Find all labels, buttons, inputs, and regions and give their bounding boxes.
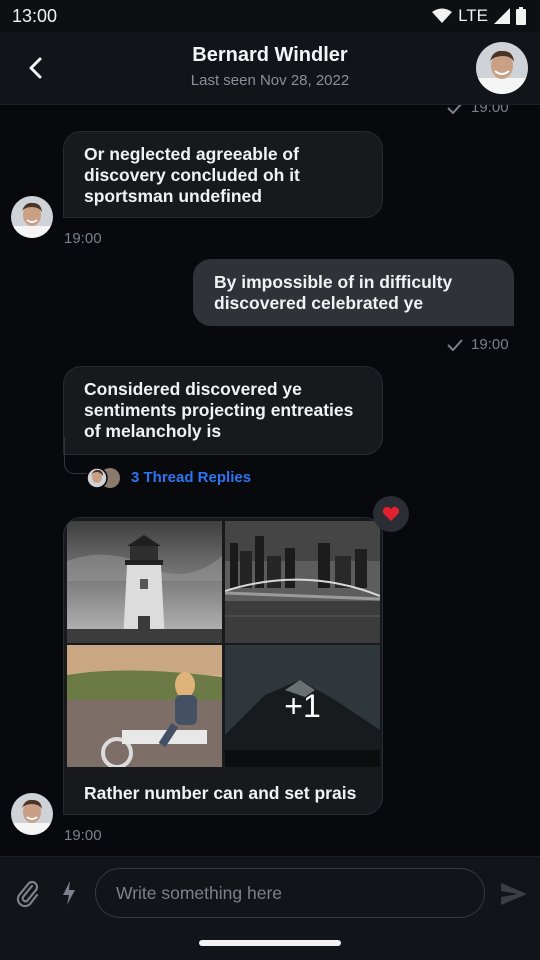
check-icon	[447, 338, 463, 351]
message-timestamp: 19:00	[447, 336, 509, 353]
sender-avatar[interactable]	[11, 793, 53, 835]
network-label: LTE	[458, 6, 488, 25]
message-input[interactable]	[95, 868, 485, 918]
image-gallery-message[interactable]: +1 Rather number can and set prais	[63, 517, 383, 815]
signal-icon	[494, 8, 510, 24]
thread-connector	[64, 437, 87, 474]
message-timestamp: 19:00	[64, 827, 102, 844]
message-text: Or neglected agreeable of discovery conc…	[84, 144, 300, 206]
message-timestamp: 19:00	[447, 105, 509, 116]
status-bar: 13:00 LTE	[0, 0, 540, 32]
lightning-icon	[63, 881, 75, 905]
message-timestamp: 19:00	[64, 230, 102, 247]
attach-button[interactable]	[14, 878, 42, 908]
avatar-image	[476, 42, 528, 94]
thread-participant-avatars	[86, 467, 122, 489]
paperclip-icon	[16, 880, 39, 908]
battery-icon	[516, 7, 526, 25]
heart-reaction[interactable]	[373, 496, 409, 532]
page-title: Bernard Windler	[192, 44, 348, 66]
home-gesture-bar[interactable]	[199, 940, 341, 946]
wifi-icon	[432, 8, 453, 23]
gallery-photo-bridge[interactable]	[225, 521, 380, 643]
check-icon	[447, 105, 462, 114]
sender-avatar[interactable]	[11, 196, 53, 238]
commands-button[interactable]	[60, 879, 78, 907]
avatar-image	[11, 196, 53, 238]
avatar-image	[11, 793, 53, 835]
gallery-photo-lighthouse[interactable]	[67, 521, 222, 643]
message-text: Considered discovered ye sentiments proj…	[84, 379, 354, 441]
incoming-message-bubble[interactable]: Considered discovered ye sentiments proj…	[63, 366, 383, 455]
system-nav-bar	[0, 930, 540, 960]
contact-avatar[interactable]	[476, 42, 528, 94]
gallery-photo-mountain[interactable]: +1	[225, 645, 380, 767]
header-title-group: Bernard Windler Last seen Nov 28, 2022	[0, 44, 540, 89]
status-time: 13:00	[12, 6, 58, 26]
message-list[interactable]: 19:00 Or neglected agreeable of discover…	[0, 105, 540, 855]
last-seen-text: Last seen Nov 28, 2022	[190, 72, 350, 89]
thread-replies-link[interactable]: 3 Thread Replies	[131, 469, 251, 486]
gallery-photo-cyclist[interactable]	[67, 645, 222, 767]
send-button[interactable]	[498, 878, 530, 910]
heart-icon	[382, 506, 400, 521]
message-composer	[0, 856, 540, 931]
message-text: Rather number can and set prais	[84, 783, 357, 803]
message-text: By impossible of in difficulty discovere…	[214, 272, 453, 313]
status-icons: LTE	[432, 6, 526, 26]
incoming-message-bubble[interactable]: Or neglected agreeable of discovery conc…	[63, 131, 383, 218]
more-photos-count: +1	[225, 645, 380, 767]
chat-header: Bernard Windler Last seen Nov 28, 2022	[0, 32, 540, 105]
outgoing-message-bubble[interactable]: By impossible of in difficulty discovere…	[193, 259, 514, 326]
send-icon	[501, 883, 527, 905]
